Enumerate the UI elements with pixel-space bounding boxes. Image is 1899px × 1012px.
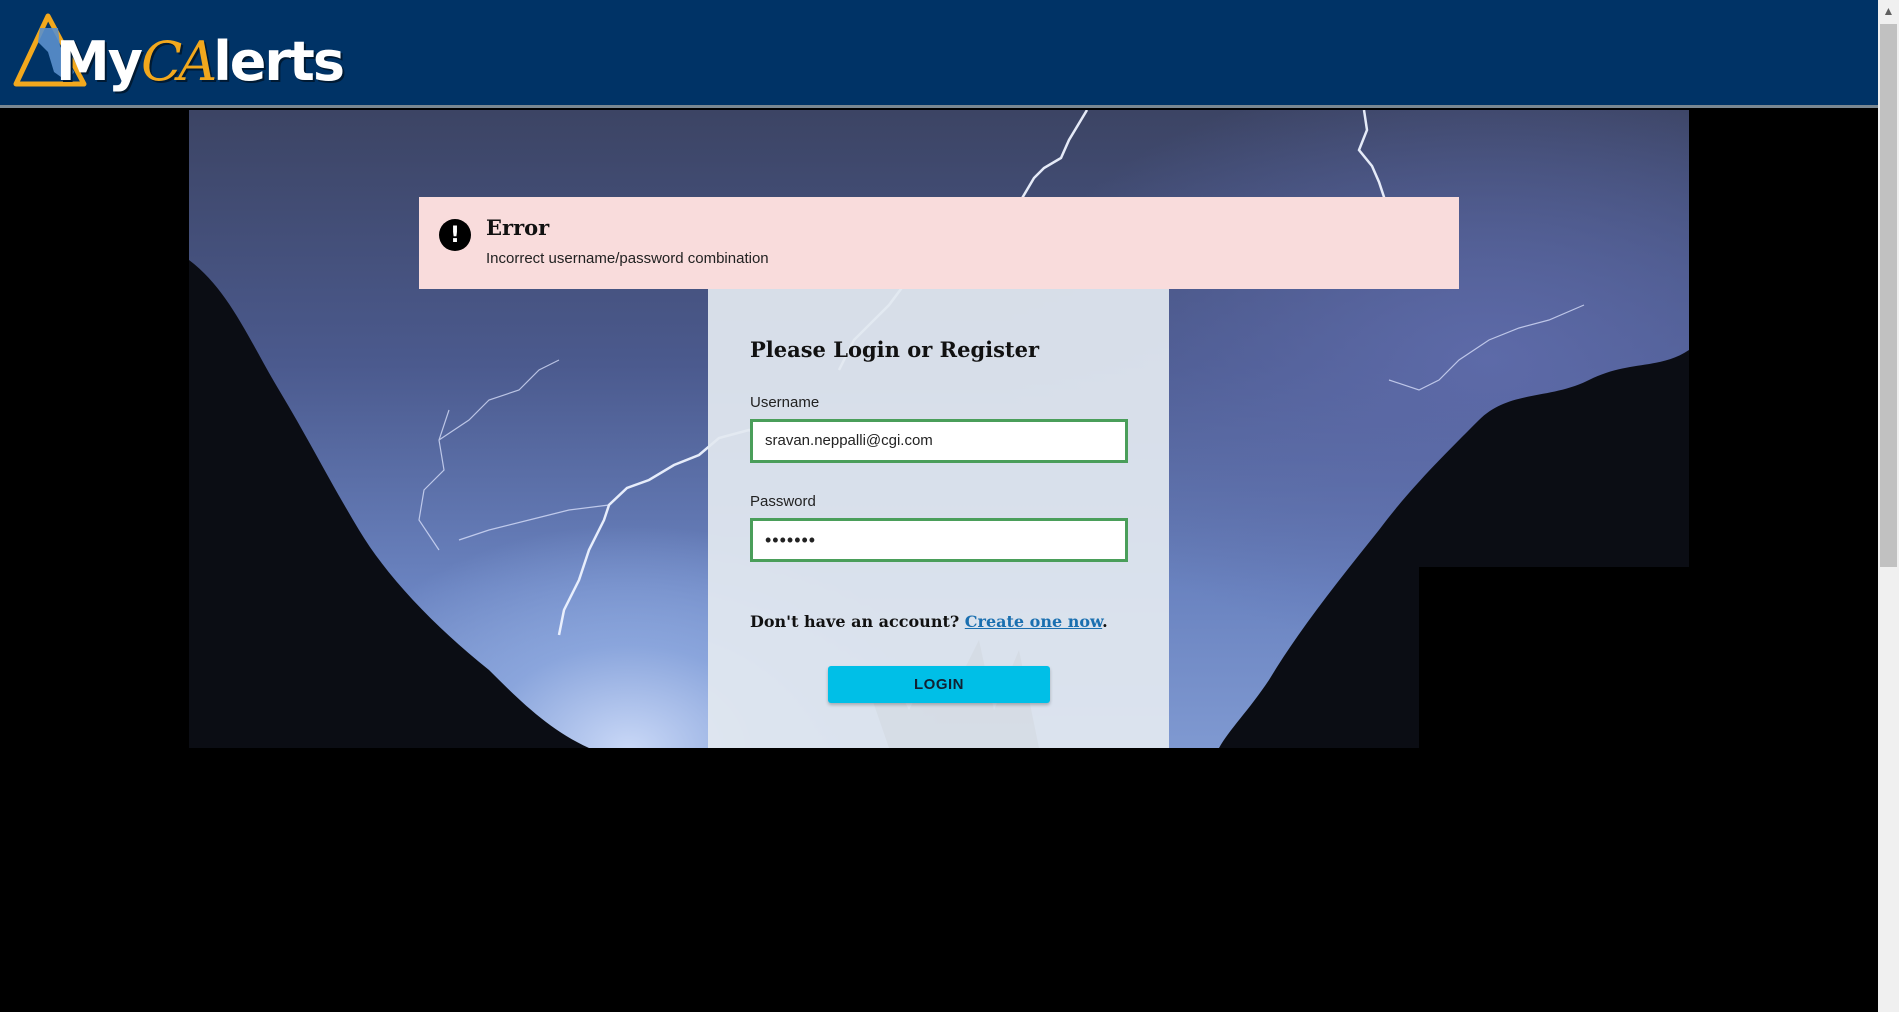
error-title: Error: [486, 215, 550, 240]
error-message: Incorrect username/password combination: [486, 250, 769, 267]
top-header: MyCAlerts: [0, 0, 1878, 108]
username-field[interactable]: sravan.neppalli@cgi.com: [750, 419, 1128, 463]
password-label: Password: [750, 493, 816, 510]
username-label: Username: [750, 394, 820, 411]
vertical-scrollbar[interactable]: ▲: [1878, 0, 1899, 1012]
password-field[interactable]: •••••••: [750, 518, 1128, 562]
exclamation-icon: !: [439, 219, 471, 251]
black-overlay-region: [1419, 567, 1689, 748]
logo-wordmark: MyCAlerts: [56, 30, 345, 93]
scroll-up-icon[interactable]: ▲: [1878, 0, 1899, 21]
create-account-link[interactable]: Create one now: [965, 612, 1102, 631]
register-prompt-text: Don't have an account?: [750, 612, 960, 631]
register-prompt-period: .: [1102, 612, 1108, 631]
login-panel: Please Login or Register Username sravan…: [708, 289, 1169, 748]
register-prompt: Don't have an account? Create one now.: [750, 612, 1108, 631]
login-button[interactable]: LOGIN: [828, 666, 1050, 703]
scrollbar-thumb[interactable]: [1880, 24, 1897, 567]
error-alert: ! Error Incorrect username/password comb…: [419, 197, 1459, 289]
mycalerts-logo[interactable]: MyCAlerts: [12, 12, 345, 96]
login-heading: Please Login or Register: [750, 337, 1040, 362]
